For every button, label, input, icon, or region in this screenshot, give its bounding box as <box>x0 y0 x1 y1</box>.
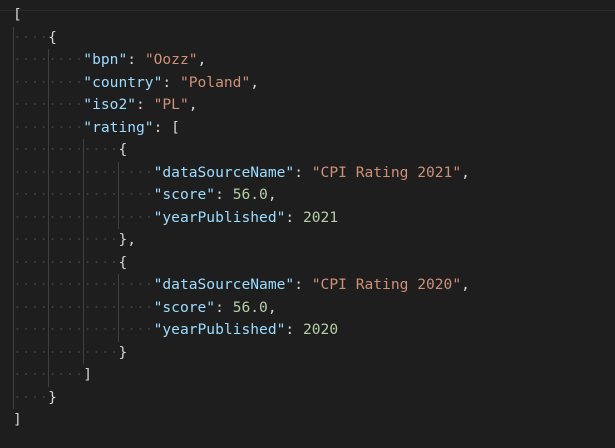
indent-whitespace: ········ <box>13 96 84 113</box>
json-punctuation: : <box>127 51 145 68</box>
indent-whitespace: ········ <box>13 118 84 136</box>
code-line[interactable]: ············}, <box>13 229 470 252</box>
json-number: 2020 <box>302 321 339 338</box>
json-number: 2021 <box>302 208 339 226</box>
code-line[interactable]: ················"score": 56.0, <box>13 184 470 207</box>
json-key: "dataSourceName" <box>153 276 295 293</box>
code-line[interactable]: ········"iso2": "PL", <box>13 94 470 117</box>
indent-whitespace: ················ <box>13 208 154 226</box>
json-punctuation: , <box>197 51 207 68</box>
code-line[interactable]: ············{ <box>13 139 470 162</box>
json-punctuation: [ <box>13 6 22 23</box>
code-line[interactable]: ················"dataSourceName": "CPI R… <box>13 274 470 297</box>
code-area[interactable]: [····{········"bpn": "Oozz", ········"cou… <box>13 4 470 432</box>
json-number: 56.0 <box>232 298 268 316</box>
json-key: "yearPublished" <box>153 321 286 338</box>
json-punctuation: : <box>285 321 303 338</box>
code-line[interactable]: ········"country": "Poland", <box>13 72 470 95</box>
indent-whitespace: ········ <box>13 51 84 68</box>
json-punctuation: : [ <box>153 118 180 136</box>
json-key: "score" <box>153 298 216 316</box>
code-line[interactable]: ········] <box>13 364 470 387</box>
json-string: "CPI Rating 2021" <box>311 163 462 181</box>
json-punctuation: } <box>48 388 57 406</box>
json-key: "yearPublished" <box>153 208 286 226</box>
json-key: "bpn" <box>83 51 128 68</box>
json-punctuation: } <box>118 343 128 361</box>
json-punctuation: }, <box>118 231 137 248</box>
json-punctuation: { <box>48 28 57 46</box>
json-punctuation: , <box>267 186 277 203</box>
indent-whitespace: ················ <box>13 276 154 293</box>
json-key: "dataSourceName" <box>153 163 295 181</box>
json-punctuation: ] <box>83 366 93 383</box>
indent-whitespace: ················ <box>13 163 154 181</box>
indent-whitespace: ············ <box>13 141 119 158</box>
indent-whitespace: ············ <box>13 231 119 248</box>
json-punctuation: : <box>285 208 303 226</box>
json-punctuation: , <box>267 298 277 316</box>
indent-whitespace: ········ <box>13 366 84 383</box>
code-line[interactable]: ] <box>13 409 470 432</box>
json-key: "score" <box>153 186 216 203</box>
code-line[interactable]: ············} <box>13 342 470 365</box>
json-punctuation: : <box>215 186 233 203</box>
indent-whitespace: ················ <box>13 321 154 338</box>
json-punctuation: : <box>294 276 312 293</box>
json-number: 56.0 <box>232 186 268 203</box>
code-line[interactable]: ················"yearPublished": 2020 <box>13 319 470 342</box>
code-line[interactable]: ········"rating": [ <box>13 117 470 140</box>
json-key: "country" <box>83 73 163 91</box>
code-line[interactable]: ················"yearPublished": 2021 <box>13 207 470 230</box>
indent-whitespace: ············ <box>13 253 119 271</box>
json-punctuation: : <box>215 298 233 316</box>
json-punctuation: { <box>118 141 128 158</box>
code-line[interactable]: [ <box>13 4 470 27</box>
code-line[interactable]: ················"score": 56.0, <box>13 297 470 320</box>
code-line[interactable]: ············{ <box>13 252 470 275</box>
json-key: "rating" <box>83 118 154 136</box>
indent-whitespace: ············ <box>13 343 119 361</box>
code-line[interactable]: ····{ <box>13 27 470 50</box>
code-line[interactable]: ················"dataSourceName": "CPI R… <box>13 162 470 185</box>
json-key: "iso2" <box>83 96 137 113</box>
json-punctuation: , <box>461 276 470 293</box>
json-string: "Poland" <box>179 73 251 91</box>
indent-whitespace: ···· <box>13 28 49 46</box>
json-punctuation: : <box>294 163 312 181</box>
json-punctuation: , <box>461 163 470 181</box>
json-punctuation: : <box>136 96 154 113</box>
indent-whitespace: ········ <box>13 73 84 91</box>
code-editor[interactable]: [····{········"bpn": "Oozz", ········"cou… <box>0 0 615 448</box>
code-line[interactable]: ····} <box>13 387 470 410</box>
json-punctuation: , <box>250 73 260 91</box>
json-string: "PL" <box>153 96 189 113</box>
indent-whitespace: ················ <box>13 186 154 203</box>
json-punctuation: { <box>118 253 128 271</box>
json-punctuation: ] <box>13 411 22 428</box>
code-line[interactable]: ········"bpn": "Oozz", <box>13 49 470 72</box>
indent-whitespace: ················ <box>13 298 154 316</box>
indent-whitespace: ···· <box>13 388 49 406</box>
json-punctuation: : <box>162 73 180 91</box>
json-string: "CPI Rating 2020" <box>311 276 462 293</box>
json-string: "Oozz" <box>144 51 198 68</box>
json-punctuation: , <box>188 96 198 113</box>
